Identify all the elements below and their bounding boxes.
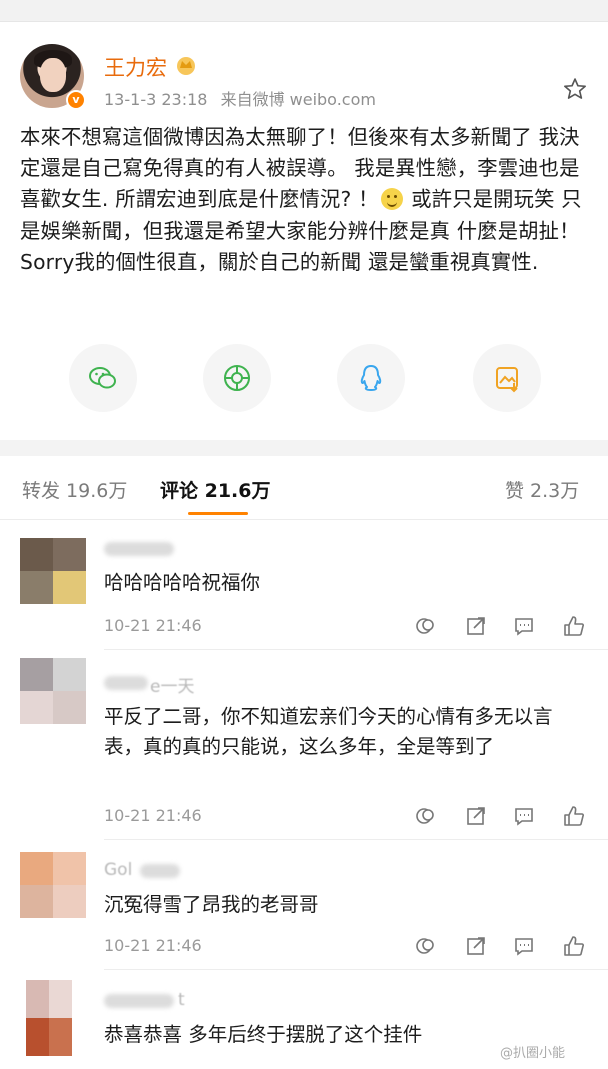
comment-icon[interactable] — [512, 804, 536, 828]
wechat-icon — [89, 367, 116, 389]
commenter-avatar[interactable] — [20, 852, 86, 918]
blurred-username — [104, 994, 174, 1008]
author-name[interactable]: 王力宏 — [104, 52, 167, 82]
blurred-username — [104, 542, 174, 556]
interaction-tabs: 转发 19.6万 评论 21.6万 赞 2.3万 — [0, 456, 608, 520]
comment-item: 哈哈哈哈哈祝福你 10-21 21:46 — [0, 520, 608, 650]
comment-time: 10-21 21:46 — [104, 616, 202, 635]
tab-comments[interactable]: 评论 21.6万 — [160, 476, 271, 503]
like-icon[interactable] — [562, 804, 586, 828]
moments-icon — [224, 365, 250, 391]
comment-text: 沉冤得雪了昂我的老哥哥 — [104, 893, 319, 916]
share-moments-button[interactable] — [203, 344, 271, 412]
top-strip — [0, 0, 608, 22]
active-tab-indicator — [188, 512, 248, 515]
blurred-username — [104, 676, 148, 690]
commenter-name[interactable]: Gol — [104, 860, 132, 880]
comment-item: Gol 沉冤得雪了昂我的老哥哥 10-21 21:46 — [0, 840, 608, 970]
qq-icon — [360, 365, 382, 391]
post-source: 来自微博 weibo.com — [220, 90, 376, 109]
star-icon[interactable] — [562, 76, 588, 102]
commenter-name[interactable]: t — [178, 990, 185, 1010]
like-icon[interactable] — [562, 614, 586, 638]
commenter-avatar[interactable] — [26, 980, 72, 1056]
comment-actions — [412, 934, 592, 960]
share-qq-button[interactable] — [337, 344, 405, 412]
share-wechat-button[interactable] — [69, 344, 137, 412]
post-body: 本來不想寫這個微博因為太無聊了！但後來有太多新聞了 我決定還是自己寫免得真的有人… — [20, 122, 592, 278]
watermark: @扒圈小能 — [500, 1046, 566, 1061]
tab-likes[interactable]: 赞 2.3万 — [505, 476, 579, 503]
share-row — [0, 344, 608, 416]
forward-icon[interactable] — [464, 804, 488, 828]
crown-icon — [177, 57, 195, 75]
post-date: 13-1-3 23:18 — [104, 90, 208, 109]
blurred-username — [140, 864, 180, 878]
commenter-avatar[interactable] — [20, 538, 86, 604]
comment-icon[interactable] — [512, 934, 536, 958]
comment-item: e一天 平反了二哥，你不知道宏亲们今天的心情有多无以言表，真的真的只能说，这么多… — [0, 650, 608, 840]
reply-icon[interactable] — [412, 934, 436, 958]
comment-text: 哈哈哈哈哈祝福你 — [104, 571, 261, 594]
save-image-icon — [496, 367, 518, 393]
smile-emoji-icon — [380, 188, 403, 211]
save-image-button[interactable] — [473, 344, 541, 412]
post-meta: 13-1-3 23:18 来自微博 weibo.com — [104, 86, 384, 110]
comment-actions — [412, 804, 592, 830]
commenter-avatar[interactable] — [20, 658, 86, 724]
comment-icon[interactable] — [512, 614, 536, 638]
like-icon[interactable] — [562, 934, 586, 958]
comment-time: 10-21 21:46 — [104, 936, 202, 955]
reply-icon[interactable] — [412, 804, 436, 828]
tab-repost[interactable]: 转发 19.6万 — [22, 476, 127, 503]
forward-icon[interactable] — [464, 934, 488, 958]
comment-actions — [412, 614, 592, 640]
avatar-face — [40, 58, 66, 92]
section-divider — [0, 440, 608, 456]
forward-icon[interactable] — [464, 614, 488, 638]
comment-time: 10-21 21:46 — [104, 806, 202, 825]
reply-icon[interactable] — [412, 614, 436, 638]
comment-text: 平反了二哥，你不知道宏亲们今天的心情有多无以言表，真的真的只能说，这么多年，全是… — [104, 705, 553, 758]
verified-badge-icon: v — [66, 90, 86, 110]
weibo-post-card: v 王力宏 13-1-3 23:18 来自微博 weibo.com 本來不想寫這… — [0, 22, 608, 440]
commenter-name[interactable]: e一天 — [150, 672, 194, 697]
